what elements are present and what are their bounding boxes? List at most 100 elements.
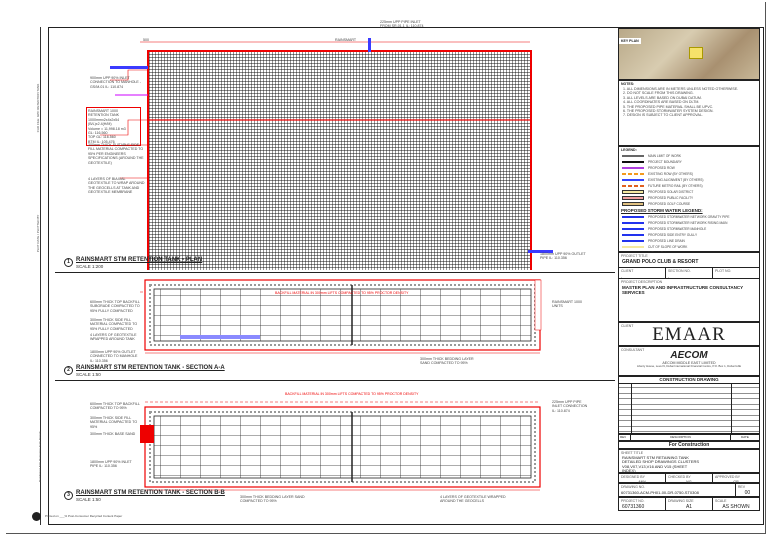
section-b-title: RAINSMART STM RETENTION TANK - SECTION B… [76, 490, 225, 496]
section-b-scale: SCALE 1:50 [76, 497, 101, 502]
rev-header-date: DATE [741, 435, 749, 439]
legend-swatch [622, 190, 644, 194]
section-b-band: BACKFILL MATERIAL IN 300mm LIFTS COMPACT… [285, 392, 419, 396]
section-a-title: RAINSMART STM RETENTION TANK - SECTION A… [76, 365, 225, 371]
section-a-bottom-note: 300mm THICK BEDDING LAYER SAND COMPACTED… [420, 357, 474, 366]
paper-note: Printed on ___% Post-Consumer Recycled C… [45, 514, 123, 518]
sw-legend-swatch [622, 234, 644, 236]
section-a-note-2: 4 LAYERS OF GEOTEXTILE WRAPPED AROUND TA… [90, 333, 137, 342]
section-b-bubble: 3 [64, 491, 73, 500]
section-a-right-note: RAINSMART 1000 UNITS [552, 300, 583, 309]
plan-note-3: 300mm THICK SUITABLE SIDE FILL MATERIAL … [88, 143, 144, 165]
plan-dim-top: 500 [143, 38, 149, 42]
legend-swatch [622, 196, 644, 200]
divider [55, 272, 615, 273]
sw-legend-label: PROPOSED LINE DRAIN [648, 239, 685, 243]
margin-text-top: CAD FILE: GPC RETENTION TANK [35, 83, 40, 133]
section-a-scale: SCALE 1:50 [76, 372, 101, 377]
section-b-note-0: 600mm THICK TOP BACKFILL COMPACTED TO 95… [90, 402, 140, 411]
plan-scale: SCALE 1:200 [76, 264, 104, 269]
legend-swatch [622, 202, 644, 206]
issue-status: For Construction [618, 441, 760, 449]
sw-legend-label: PROPOSED STORMWATER NETWORK RISING MAIN [648, 221, 728, 225]
sw-legend-swatch [622, 228, 644, 230]
client-logo-label: CLIENT [621, 324, 634, 328]
section-a-bubble: 2 [64, 366, 73, 375]
project-panel: PROJECT TITLE GRAND POLO CLUB & RESORT C… [618, 252, 760, 322]
section-a-note-1: 300mm THICK SIDE FILL MATERIAL COMPACTED… [90, 318, 138, 331]
legend-label: PROPOSED PUBLIC FACILITY [648, 196, 694, 200]
legend-swatch [622, 161, 644, 163]
sw-legend-label: PROPOSED SIDE ENTRY GULLY [648, 233, 698, 237]
size-value: A1 [685, 504, 693, 510]
project-description: MASTER PLAN AND INFRASTRUCTURE CONSULTAN… [622, 285, 744, 295]
legend-swatch [622, 179, 644, 181]
legend-label: EXISTING ALIGNMENT (BY OTHERS) [648, 178, 704, 182]
plan-note-1: 225mm UPP PIPE INLET FROM SR-01.1 IL: 11… [380, 20, 424, 29]
sw-legend-label: CUT OF SLOPE OF WORK [648, 245, 688, 249]
recycle-icon [32, 512, 41, 521]
site-marker [689, 47, 703, 59]
project-title: GRAND POLO CLUB & RESORT [622, 259, 699, 265]
margin-text-mid: PLOT DATE / PLOTTED BY [35, 214, 40, 253]
notes-panel: NOTES: 1. ALL DIMENSIONS ARE IN METERS U… [618, 80, 760, 146]
sw-legend-label: PROPOSED STORMWATER MANHOLE [648, 227, 707, 231]
plan-tank-note: RAINSMART 1000 RETENTION TANK 1000mmx2x4… [86, 107, 141, 147]
section-b-note-3: 1800mm UPP 90% INLET PIPE IL: 110.356 [90, 460, 132, 469]
section-b-right-note: 225mm UPP PIPE INLET CONNECTION IL: 110.… [552, 400, 588, 413]
legend-label: EXISTING ROW (BY OTHERS) [648, 172, 693, 176]
signoff-row: DESIGNED BY ANN CHECKED BY NG APPROVED BY G… [618, 473, 760, 484]
section-a-band: BACKFILL MATERIAL IN 300mm LIFTS COMPACT… [275, 291, 409, 295]
legend-label: MAIN LIMIT OF WORK [648, 154, 682, 158]
project-no-row: PROJECT NO. 60731360 DRAWING SIZE A1 SCALE… [618, 497, 760, 511]
section-b-tank [140, 401, 541, 491]
client-logo: EMAAR [652, 324, 726, 345]
project-no: 60731360 [622, 504, 645, 510]
section-b-bottom-note-2: 4 LAYERS OF GEOTEXTILE WRAPPED AROUND TH… [440, 495, 506, 504]
sheet-title-panel: SHEET TITLE RAINSMART STM RETAINING TANK… [618, 449, 760, 473]
plan-title: RAINSMART STM RETENTION TANK - PLAN [76, 257, 203, 263]
revision-panel: CONSTRUCTION DRAWING [618, 376, 760, 435]
legend-label: FUTURE METRO RAIL (BY OTHERS) [648, 184, 703, 188]
section-b-note-2: 300mm THICK BASE SAND [90, 432, 136, 436]
section-a-note-3: 1800mm UPP 90% OUTLET CONNECTED TO MANHO… [90, 350, 138, 363]
drawing-no-row: DRAWING NO. 60731360-ACM-PH01-00-DR-0750-… [618, 483, 760, 497]
margin-text-bottom: RainSmart Stm Retention Tank Details [37, 431, 42, 483]
consultant-panel: CONSULTANT AECOM AECOM MIDDLE EAST LIMIT… [618, 346, 760, 376]
legend-label: PROPOSED GOLF COURSE [648, 202, 691, 206]
plan-dim-mid: RAINSMART [335, 38, 357, 42]
consultant-address: Liberty House, Level 9, Dubai Internatio… [636, 364, 742, 369]
plan-detail-bubble: 1 [64, 258, 73, 267]
section-value: - [668, 275, 670, 279]
legend-swatch [622, 155, 644, 157]
drawing-no: 60731360-ACM-PH01-00-DR-0750-ST0308 [621, 490, 699, 495]
section-b-bottom-note: 300mm THICK BEDDING LAYER SAND COMPACTED… [240, 495, 305, 504]
section-b-note-1: 300mm THICK SIDE FILL MATERIAL COMPACTED… [90, 416, 138, 429]
rev-header-desc: DESCRIPTION [631, 435, 731, 440]
key-plan-label: KEY PLAN [619, 38, 641, 44]
note-6: 7. DESIGN IS SUBJECT TO CLIENT APPROVAL. [623, 113, 703, 118]
legend-swatch [622, 167, 644, 169]
consultant-label: CONSULTANT [621, 348, 645, 352]
sw-legend-swatch [622, 222, 644, 224]
sw-legend-swatch [622, 246, 644, 248]
legend-label: PROPOSED ROW [648, 166, 675, 170]
rev-value: 00 [744, 490, 751, 496]
sw-legend-heading: PROPOSED STORM WATER LEGEND: [621, 208, 703, 213]
sw-legend-swatch [622, 240, 644, 242]
section-a-tank [144, 279, 542, 354]
divider [55, 380, 615, 381]
sw-legend-swatch [622, 216, 644, 218]
scale-value: AS SHOWN [722, 504, 750, 510]
key-plan: KEY PLAN [618, 28, 760, 80]
rev-header-rev: REV [619, 435, 631, 440]
section-a-note-0: 600mm THICK TOP BACKFILL SUBGRADE COMPAC… [90, 300, 140, 313]
sheet-title: RAINSMART STM RETAINING TANK DETAILED SH… [622, 455, 700, 474]
plan-note-0: 900mm UPP 90% INLET CONNECTION TO MANHOL… [90, 76, 141, 89]
plan-note-5: 1800mm UPP 90% OUTLET PIPE IL: 110.356 [540, 252, 586, 261]
plan-note-4: 4 LAYERS OF BIAXIAL GEOTEXTILE TO WRAP A… [88, 177, 145, 195]
status: CONSTRUCTION DRAWING [619, 377, 759, 384]
plot-label: PLOT NO. [715, 269, 732, 273]
legend-label: PROPOSED SOLAR DISTRICT [648, 190, 694, 194]
legend-panel: LEGEND: MAIN LIMIT OF WORK PROJECT BOUNDA… [618, 146, 760, 255]
